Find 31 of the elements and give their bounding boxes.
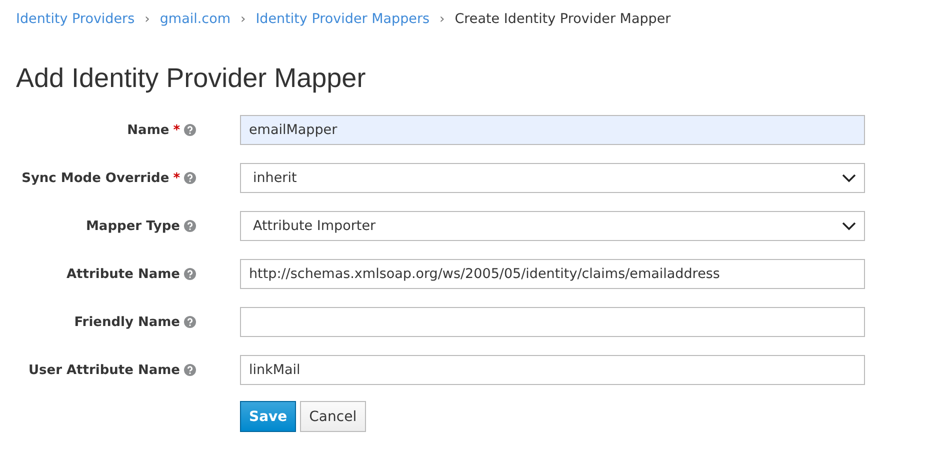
- page-title: Add Identity Provider Mapper: [16, 63, 367, 94]
- select-field[interactable]: inherit: [240, 163, 865, 193]
- help-icon[interactable]: [184, 172, 196, 184]
- help-icon[interactable]: [184, 268, 196, 280]
- text-field[interactable]: linkMail: [240, 355, 865, 385]
- separator-icon: ›: [440, 12, 445, 26]
- separator-icon: ›: [144, 12, 150, 26]
- breadcrumb-current: Create Identity Provider Mapper: [454, 11, 671, 27]
- field-label: Name: [127, 122, 170, 138]
- help-icon[interactable]: [184, 316, 196, 328]
- chevron-down-icon: [842, 222, 856, 230]
- field-label: Sync Mode Override: [22, 170, 170, 186]
- select-field[interactable]: Attribute Importer: [240, 211, 865, 241]
- chevron-down-icon: [842, 174, 856, 182]
- separator-icon: ›: [240, 12, 246, 26]
- field-label: Mapper Type: [86, 218, 180, 234]
- breadcrumb-link[interactable]: Identity Providers: [16, 11, 135, 27]
- cancel-button[interactable]: Cancel: [300, 401, 366, 432]
- field-label: User Attribute Name: [28, 362, 180, 378]
- field-label: Friendly Name: [74, 314, 180, 330]
- field-label: Attribute Name: [66, 266, 180, 282]
- help-icon[interactable]: [184, 124, 196, 136]
- breadcrumb-link[interactable]: gmail.com: [160, 11, 230, 27]
- help-icon[interactable]: [184, 364, 196, 376]
- help-icon[interactable]: [184, 220, 196, 232]
- text-field[interactable]: http://schemas.xmlsoap.org/ws/2005/05/identity/claims/emailaddress: [240, 259, 865, 289]
- text-field[interactable]: emailMapper: [240, 115, 865, 145]
- breadcrumb-link[interactable]: Identity Provider Mappers: [256, 11, 430, 27]
- required-mark: *: [173, 122, 180, 138]
- required-mark: *: [173, 170, 180, 186]
- text-field[interactable]: [240, 307, 865, 337]
